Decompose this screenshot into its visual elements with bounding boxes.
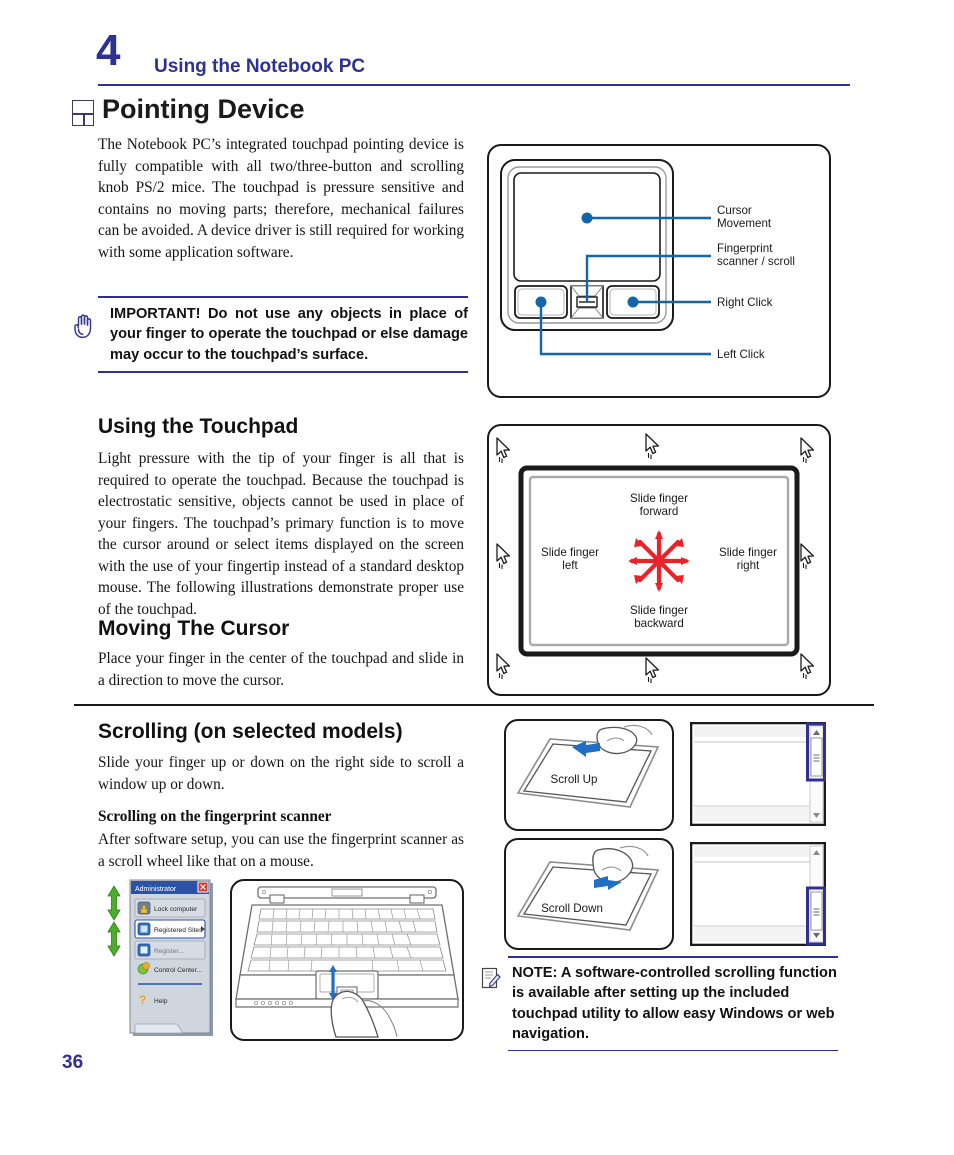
paragraph-using-touchpad: Light pressure with the tip of your fing… xyxy=(98,450,464,618)
label-fingerprint-1: Fingerprint xyxy=(717,242,773,255)
laptop-fingerprint-scroll-illustration xyxy=(230,879,464,1041)
admin-menu-item-4: Help xyxy=(154,998,168,1005)
paragraph-scrolling-fingerprint: After software setup, you can use the fi… xyxy=(98,831,464,870)
label-fingerprint-2: scanner / scroll xyxy=(717,255,795,268)
scroll-up-diagram: Scroll Up xyxy=(504,719,674,831)
important-callout: IMPORTANT! Do not use any objects in pla… xyxy=(70,296,468,373)
chapter-number: 4 xyxy=(96,26,121,75)
chapter-title: Using the Notebook PC xyxy=(154,56,366,77)
label-scroll-down: Scroll Down xyxy=(541,902,603,915)
callout-rule-bottom xyxy=(98,371,468,373)
section-divider xyxy=(74,704,874,706)
scroll-window-up xyxy=(690,722,826,826)
page-title: Pointing Device xyxy=(102,94,305,124)
label-slide-backward-1: Slide finger xyxy=(630,604,688,617)
note-callout: NOTE: A software-controlled scrolling fu… xyxy=(478,956,838,1052)
note-callout-text: NOTE: A software-controlled scrolling fu… xyxy=(512,964,837,1043)
intro-paragraph: The Notebook PC’s integrated touchpad po… xyxy=(98,136,464,261)
heading-using-touchpad: Using the Touchpad xyxy=(98,415,299,438)
label-slide-right-2: right xyxy=(737,559,760,572)
chapter-header: 4 Using the Notebook PC xyxy=(76,26,876,90)
header-divider xyxy=(98,84,850,86)
heading-scrolling-fingerprint: Scrolling on the fingerprint scanner xyxy=(98,808,332,825)
administrator-menu-screenshot: Administrator Lock computer Registered S… xyxy=(102,876,226,1044)
quad-square-icon xyxy=(72,100,94,126)
paragraph-moving-cursor: Place your finger in the center of the t… xyxy=(98,650,464,689)
document-page: 4 Using the Notebook PC Pointing Device … xyxy=(0,0,954,1155)
page-number: 36 xyxy=(62,1052,84,1073)
label-slide-backward-2: backward xyxy=(634,617,684,630)
admin-menu-title: Administrator xyxy=(135,886,177,893)
note-rule-bottom xyxy=(508,1049,838,1052)
heading-moving-cursor: Moving The Cursor xyxy=(98,617,290,640)
scroll-down-diagram: Scroll Down xyxy=(504,838,674,950)
paragraph-scrolling: Slide your finger up or down on the righ… xyxy=(98,754,464,793)
admin-menu-item-0: Lock computer xyxy=(154,906,198,913)
important-callout-text: IMPORTANT! Do not use any objects in pla… xyxy=(110,305,468,363)
label-cursor-movement-1: Cursor xyxy=(717,204,752,217)
label-slide-left-1: Slide finger xyxy=(541,546,599,559)
label-slide-forward-2: forward xyxy=(640,505,679,518)
heading-scrolling: Scrolling (on selected models) xyxy=(98,720,403,743)
svg-text:?: ? xyxy=(139,993,146,1007)
label-slide-forward-1: Slide finger xyxy=(630,492,688,505)
admin-menu-item-2: Register... xyxy=(154,948,184,955)
note-pencil-icon xyxy=(480,966,502,990)
hand-stop-icon xyxy=(70,312,96,340)
label-cursor-movement-2: Movement xyxy=(717,217,772,230)
label-slide-left-2: left xyxy=(562,559,578,572)
scroll-window-down xyxy=(690,842,826,946)
slide-finger-diagram: Slide finger forward Slide finger backwa… xyxy=(487,424,831,696)
label-right-click: Right Click xyxy=(717,296,773,309)
label-scroll-up: Scroll Up xyxy=(550,773,597,786)
label-slide-right-1: Slide finger xyxy=(719,546,777,559)
touchpad-callout-diagram: Cursor Movement Fingerprint scanner / sc… xyxy=(487,144,831,398)
admin-menu-item-3: Control Center... xyxy=(154,967,202,974)
admin-menu-item-1: Registered Sites xyxy=(154,927,203,934)
label-left-click: Left Click xyxy=(717,348,765,361)
